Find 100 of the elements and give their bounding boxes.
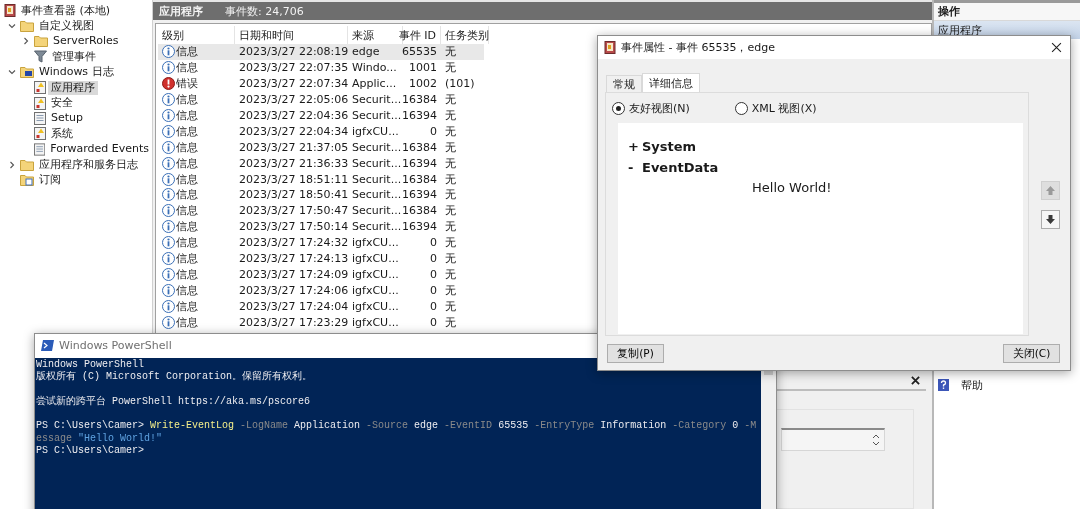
info-icon: [162, 267, 175, 281]
log-warning-icon: [34, 127, 46, 141]
arrow-down-icon: [1045, 214, 1056, 225]
info-icon: [162, 172, 175, 186]
tree-item[interactable]: ServerRoles: [50, 34, 122, 49]
table-cell-text: 16384: [403, 203, 438, 219]
help-icon: [938, 379, 949, 391]
window-title: Windows PowerShell: [59, 339, 173, 352]
event-row[interactable]: 信息 2023/3/27 17:50:47 Securit...16384 无: [158, 202, 484, 219]
table-cell-text: 2023/3/27 17:24:04: [238, 298, 348, 315]
node-label: EventData: [642, 160, 719, 175]
table-cell-text: 无: [444, 123, 457, 140]
copy-button[interactable]: 复制(P): [607, 344, 664, 363]
table-cell-text: 16394: [403, 187, 438, 203]
table-cell: 信息: [176, 266, 198, 282]
event-row[interactable]: 信息 2023/3/27 18:51:11 Securit...16384 无: [158, 171, 484, 187]
event-count: 事件数: 24,706: [225, 3, 304, 19]
event-row[interactable]: 信息 2023/3/27 17:24:09 igfxCU... 0 无: [158, 266, 484, 283]
table-cell-text: 2023/3/27 17:24:09: [238, 266, 348, 283]
chevron-right-icon[interactable]: [22, 37, 30, 46]
tab[interactable]: 常规: [606, 75, 642, 92]
event-row[interactable]: 信息 2023/3/27 17:50:14 Securit...16394 无: [158, 218, 484, 235]
console-line: PS C:\Users\Camer> Write-EventLog -LogName Application -Source edge -EventID 65535 -EntryType Information -Category 0 -M: [36, 420, 757, 433]
radio-label[interactable]: XML 视图(X): [751, 100, 817, 116]
table-cell-text: Applic...: [351, 76, 398, 92]
table-cell: 信息: [176, 235, 198, 251]
folder-icon: [20, 20, 34, 33]
table-cell-text: 0: [429, 235, 438, 251]
table-cell-text: Securit...: [351, 108, 403, 124]
table-cell-text: 无: [444, 108, 457, 124]
log-warning-icon: [34, 96, 46, 110]
tree-item[interactable]: 管理事件: [49, 49, 99, 64]
folder-icon: [20, 158, 34, 171]
event-row[interactable]: 信息 2023/3/27 17:24:06 igfxCU... 0 无: [158, 282, 484, 299]
tree-item[interactable]: 事件查看器 (本地): [18, 3, 114, 18]
table-cell-text: 2023/3/27 22:07:34: [238, 76, 348, 92]
table-cell-text: 无: [444, 282, 457, 299]
event-row[interactable]: 信息 2023/3/27 17:24:04 igfxCU... 0 无: [158, 298, 484, 315]
tree-item[interactable]: Windows 日志: [36, 65, 117, 80]
event-row[interactable]: 信息 2023/3/27 21:36:33 Securit...16394 无: [158, 155, 484, 172]
table-cell-text: Securit...: [351, 187, 403, 203]
table-cell: 信息: [176, 314, 198, 330]
info-icon: [162, 45, 175, 59]
event-row[interactable]: 信息 2023/3/27 22:08:19 edge 65535 无: [158, 44, 484, 60]
tree-item[interactable]: 应用程序和服务日志: [36, 157, 141, 172]
chevron-down-icon[interactable]: [8, 68, 16, 77]
folder-document-icon: [20, 174, 34, 186]
event-row[interactable]: 信息 2023/3/27 17:24:13 igfxCU... 0 无: [158, 250, 484, 267]
spin-field[interactable]: [781, 427, 885, 451]
close-button[interactable]: 关闭(C): [1003, 344, 1060, 363]
chevron-down-icon[interactable]: [8, 22, 16, 31]
event-row[interactable]: 信息 2023/3/27 17:23:29 igfxCU... 0 无: [158, 314, 484, 331]
info-icon: [162, 188, 175, 202]
event-row[interactable]: 信息 2023/3/27 22:04:36 Securit...16394 无: [158, 107, 484, 124]
tree-item[interactable]: 系统: [48, 126, 76, 141]
table-cell-text: 65535: [403, 44, 438, 60]
event-row[interactable]: 信息 2023/3/27 22:05:06 Securit...16384 无: [158, 91, 484, 108]
radio-label[interactable]: 友好视图(N): [629, 100, 690, 116]
table-cell: 信息: [176, 123, 198, 139]
tree-item[interactable]: 订阅: [36, 173, 64, 187]
radio-button[interactable]: [734, 101, 748, 115]
log-icon: [34, 111, 46, 125]
tree-item[interactable]: 应用程序: [48, 80, 98, 95]
table-cell-text: 2023/3/27 17:23:29: [238, 314, 348, 331]
toggle[interactable]: +: [628, 139, 642, 154]
event-row[interactable]: 信息 2023/3/27 18:50:41 Securit...16394 无: [158, 187, 484, 203]
event-row[interactable]: 信息 2023/3/27 22:04:34 igfxCU... 0 无: [158, 123, 484, 140]
event-row[interactable]: 错误 2023/3/27 22:07:34 Applic... 1002 (101): [158, 75, 484, 92]
event-row[interactable]: 信息 2023/3/27 21:37:05 Securit...16384 无: [158, 139, 484, 156]
info-icon: [162, 156, 175, 170]
close-icon[interactable]: [1051, 42, 1062, 53]
radio-button[interactable]: [612, 101, 625, 115]
table-cell-text: igfxCU...: [351, 251, 400, 267]
console-line: essage "Hello World!": [36, 432, 163, 445]
tree-item[interactable]: Setup: [48, 111, 87, 126]
table-cell-text: igfxCU...: [351, 235, 400, 251]
event-row[interactable]: 信息 2023/3/27 17:24:32 igfxCU... 0 无: [158, 234, 484, 251]
table-cell-text: 2023/3/27 17:50:47: [238, 203, 348, 219]
tree-item[interactable]: 自定义视图: [36, 19, 97, 34]
info-icon: [162, 61, 175, 75]
table-cell-text: Securit...: [351, 203, 403, 219]
table-cell-text: 0: [429, 123, 438, 140]
info-icon: [162, 252, 175, 265]
table-cell-text: Securit...: [351, 219, 403, 235]
action-link[interactable]: 帮助: [961, 377, 983, 393]
table-cell-text: Windo...: [351, 60, 398, 76]
toggle[interactable]: -: [628, 160, 642, 175]
tree-item[interactable]: 安全: [48, 96, 76, 111]
table-cell-text: igfxCU...: [351, 266, 400, 283]
spinner-icon[interactable]: [872, 432, 880, 447]
chevron-right-icon[interactable]: [8, 160, 16, 169]
close-icon[interactable]: [911, 376, 920, 386]
tab[interactable]: 详细信息: [642, 73, 700, 92]
event-row[interactable]: 信息 2023/3/27 22:07:35 Windo... 1001 无: [158, 59, 484, 76]
tree-item[interactable]: Forwarded Events: [47, 142, 152, 157]
table-cell-text: 无: [444, 92, 457, 108]
next-button[interactable]: [1041, 210, 1060, 229]
table-cell-text: 2023/3/27 17:24:13: [238, 251, 348, 267]
arrow-up-icon: [1045, 185, 1056, 196]
table-cell-text: 16384: [403, 139, 438, 156]
